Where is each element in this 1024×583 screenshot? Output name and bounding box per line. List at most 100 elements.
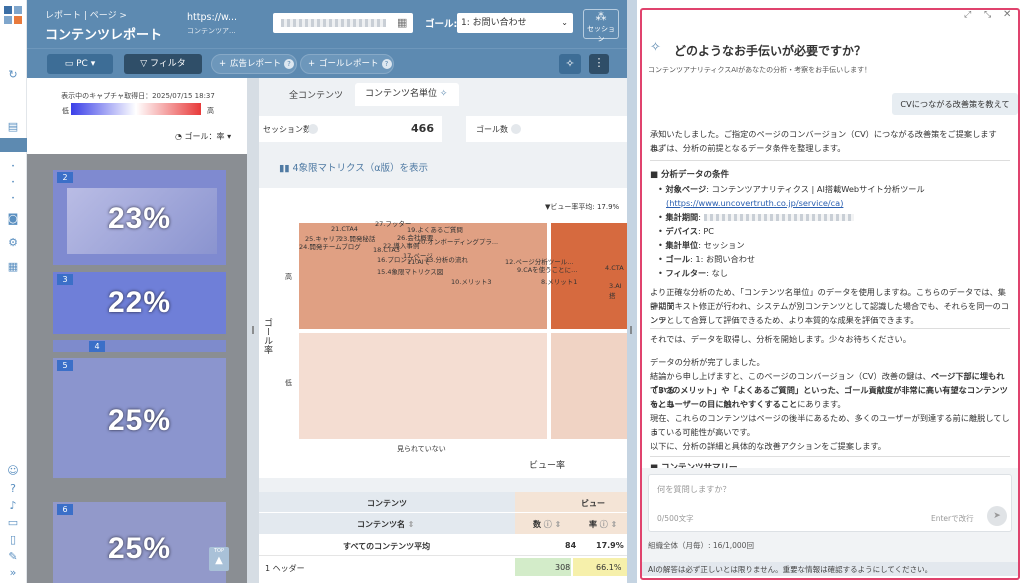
col-count-header[interactable]: 数 ⓘ ⇕ bbox=[533, 519, 561, 530]
splitter-right[interactable] bbox=[627, 0, 637, 583]
help-icon[interactable]: ? bbox=[284, 58, 295, 69]
chevron-down-icon: ⌄ bbox=[561, 18, 568, 27]
rail-active-item[interactable] bbox=[0, 138, 27, 152]
expand-icon[interactable]: ⤢ bbox=[964, 10, 971, 20]
chat-input-box[interactable]: 何を質問しますか？ 0/500文字 Enterで改行 ➤ bbox=[648, 474, 1012, 532]
content-block[interactable]: 5 25% bbox=[53, 358, 226, 478]
goal-rate-dropdown[interactable]: ◔ ゴール：率 ▾ bbox=[175, 131, 231, 142]
report-icon[interactable]: ▤ bbox=[6, 120, 20, 134]
ad-report-button[interactable]: + 広告レポート? bbox=[211, 54, 297, 74]
disclaimer-text: AIの解答は必ず正しいとは限りません。重要な情報は確認するようにしてください。 bbox=[648, 565, 933, 574]
filter-button[interactable]: ▽ フィルタ bbox=[124, 54, 202, 74]
sessions-card: セッション数 466 bbox=[259, 116, 442, 142]
matrix-toggle[interactable]: ▮▮ 4象限マトリクス（α版）を表示 bbox=[279, 160, 428, 174]
content-block[interactable]: 4 bbox=[53, 340, 226, 352]
divider bbox=[650, 328, 1010, 329]
help-icon[interactable] bbox=[511, 124, 521, 134]
quadrant-low-high-view bbox=[551, 333, 627, 439]
help-icon[interactable] bbox=[308, 124, 318, 134]
col-rate-header[interactable]: 率 ⓘ ⇕ bbox=[589, 519, 617, 530]
scroll-top-button[interactable]: TOP ▲ bbox=[209, 547, 229, 571]
content-block[interactable]: 2 23% bbox=[53, 170, 226, 265]
session-button[interactable]: ⁂ セッション bbox=[583, 9, 619, 43]
content-block[interactable]: 6 25% bbox=[53, 502, 226, 583]
reply-text: データの分析が完了しました。 bbox=[650, 357, 765, 367]
help-icon[interactable]: ? bbox=[6, 482, 20, 496]
app-logo[interactable] bbox=[4, 6, 22, 24]
group-view-header: ビュー bbox=[581, 499, 605, 508]
tab-content-name[interactable]: コンテンツ名単位 ✧ bbox=[355, 83, 459, 106]
col-name-header[interactable]: コンテンツ名 ⇕ bbox=[357, 519, 415, 530]
goal-count-label: ゴール数 bbox=[476, 125, 508, 134]
y-axis-label: ゴール率 bbox=[262, 318, 272, 354]
reply-text: それでは、データを取得し、分析を開始します。少々お待ちください。 bbox=[650, 334, 911, 344]
refresh-icon[interactable]: ↻ bbox=[6, 68, 20, 82]
plus-icon: + bbox=[219, 59, 227, 69]
table-row[interactable]: すべてのコンテンツ平均 84 17.9% bbox=[259, 534, 627, 556]
matrix-card: ▼ビュー率平均: 17.9% ゴール率 高 低 見られていない ビュー率 27.… bbox=[259, 188, 627, 478]
captured-date: 表示中のキャプチャ取得日：2025/07/15 18:37 bbox=[61, 92, 215, 100]
heatmap-scroll-area[interactable]: 2 23% 3 22% 4 5 25% 6 25% TOP ▲ bbox=[27, 154, 247, 583]
dot-icon[interactable]: • bbox=[6, 192, 20, 206]
camera-icon[interactable]: ◙ bbox=[6, 212, 20, 226]
condition-item: • 集計期間: bbox=[658, 210, 1018, 224]
dot-icon[interactable]: • bbox=[6, 176, 20, 190]
goal-count-card: ゴール数 bbox=[466, 116, 627, 142]
ad-report-label: 広告レポート bbox=[230, 59, 282, 69]
help-icon[interactable]: ? bbox=[381, 58, 392, 69]
device-dropdown[interactable]: ▭ PC ▾ bbox=[47, 54, 113, 74]
point-label: 24.開発チームブログ bbox=[299, 243, 361, 251]
block-number: 3 bbox=[57, 274, 73, 285]
filter-label: フィルタ bbox=[149, 59, 186, 69]
goal-report-label: ゴールレポート bbox=[319, 59, 379, 69]
book-icon[interactable]: ▭ bbox=[6, 516, 20, 530]
point-label: 21.CTA4 bbox=[331, 225, 358, 233]
org-usage: 組織全体（月毎）: 16/1,000回 bbox=[648, 541, 754, 550]
edit-icon[interactable]: ✎ bbox=[6, 550, 20, 564]
toolbar: ▭ PC ▾ ▽ フィルタ + 広告レポート? + ゴールレポート? ✧ ⋮ bbox=[27, 48, 631, 78]
block-number: 2 bbox=[57, 172, 73, 183]
col-name-label: コンテンツ名 bbox=[357, 520, 405, 529]
col-count-label: 数 bbox=[533, 520, 541, 529]
sort-icon: ⇕ bbox=[407, 520, 415, 529]
breadcrumb[interactable]: レポート | ページ > bbox=[45, 8, 127, 21]
left-rail: ↻ ▤ • • • ◙ ⚙ ▦ ☺ ? ♪ ▭ ▯ ✎ » bbox=[0, 0, 27, 583]
bell-icon[interactable]: ♪ bbox=[6, 499, 20, 513]
document-icon[interactable]: ▦ bbox=[6, 260, 20, 274]
condition-item: • 対象ページ: コンテンツアナリティクス | AI搭載Webサイト分析ツール bbox=[658, 184, 925, 194]
content-block[interactable]: 3 22% bbox=[53, 272, 226, 334]
close-icon[interactable]: ✕ bbox=[1003, 9, 1011, 20]
more-menu-button[interactable]: ⋮ bbox=[589, 54, 609, 74]
filter-icon: ▽ bbox=[140, 59, 148, 69]
collapse-icon[interactable]: ⤡ bbox=[984, 10, 991, 20]
expand-icon[interactable]: » bbox=[6, 566, 20, 580]
gear-icon[interactable]: ⚙ bbox=[6, 236, 20, 250]
chat-input-placeholder: 何を質問しますか？ bbox=[657, 484, 731, 494]
file-icon[interactable]: ▯ bbox=[6, 533, 20, 547]
block-number: 4 bbox=[89, 341, 105, 352]
block-number: 6 bbox=[57, 504, 73, 515]
block-percent: 25% bbox=[107, 404, 172, 437]
divider bbox=[650, 456, 1010, 457]
sessions-value: 466 bbox=[411, 122, 434, 135]
col-rate-label: 率 bbox=[589, 520, 597, 529]
dot-icon[interactable]: • bbox=[6, 160, 20, 174]
arrow-up-icon: ▲ bbox=[215, 555, 223, 566]
matrix-toggle-label: 4象限マトリクス（α版）を表示 bbox=[292, 163, 429, 174]
drag-handle-icon: ‖ bbox=[251, 325, 255, 334]
date-range-input[interactable]: ▦ bbox=[273, 13, 413, 33]
reply-text: まずは、分析の前提となるデータ条件を整理します。 bbox=[650, 143, 846, 153]
char-count: 0/500文字 bbox=[657, 514, 694, 523]
target-page-link[interactable]: (https://www.uncovertruth.co.jp/service/… bbox=[666, 196, 1024, 210]
send-button[interactable]: ➤ bbox=[987, 506, 1007, 526]
ai-assistant-panel: ⤢ ⤡ ✕ ✧ どのようなお手伝いが必要ですか？ コンテンツアナリティクスAIが… bbox=[640, 8, 1020, 580]
goal-report-button[interactable]: + ゴールレポート? bbox=[300, 54, 394, 74]
ai-sparkle-button[interactable]: ✧ bbox=[559, 54, 581, 74]
top-label: TOP bbox=[213, 548, 224, 554]
tab-all-contents[interactable]: 全コンテンツ bbox=[277, 86, 355, 106]
user-icon[interactable]: ☺ bbox=[6, 464, 20, 478]
table-row[interactable]: 1 ヘッダー 308 66.1% bbox=[259, 556, 627, 578]
device-label: PC bbox=[76, 59, 88, 69]
goal-select[interactable]: 1: お問い合わせ ⌄ bbox=[457, 13, 573, 33]
page-url[interactable]: https://w... bbox=[187, 12, 237, 23]
